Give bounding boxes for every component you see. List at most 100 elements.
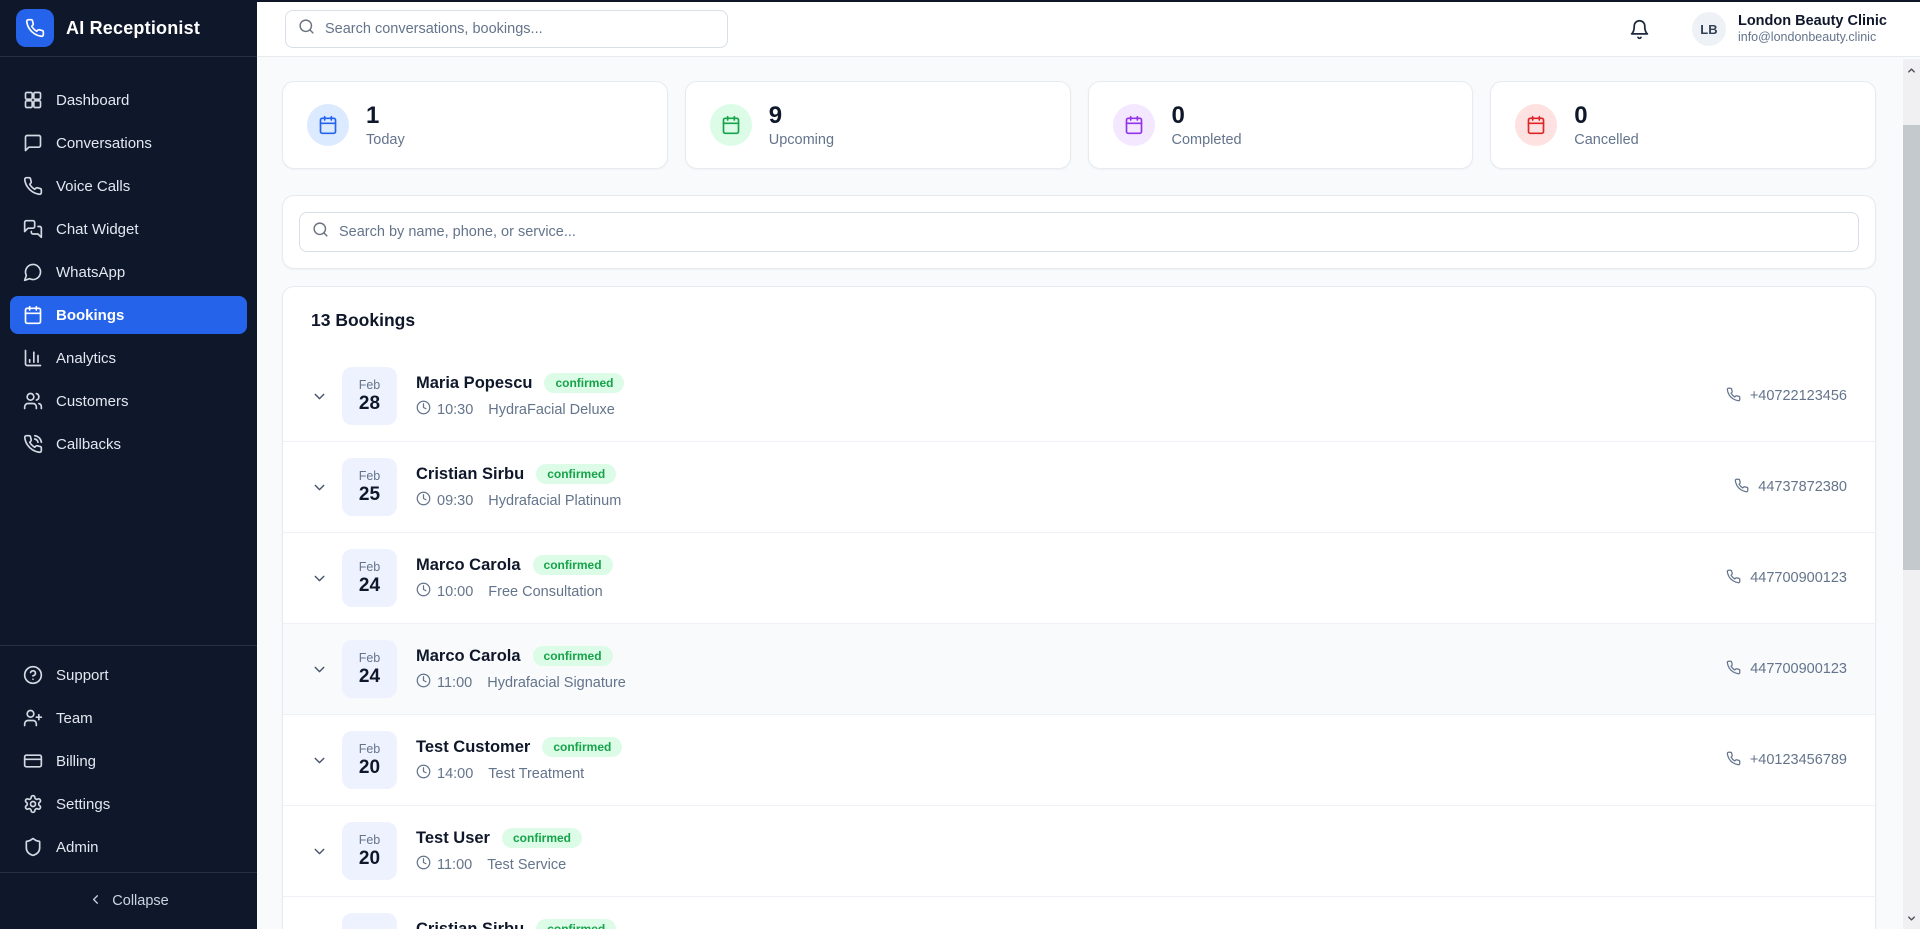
customer-name: Marco Carola (416, 556, 521, 575)
global-search[interactable] (285, 10, 728, 48)
booking-row[interactable]: Feb 28 Maria Popescu confirmed 10:30 Hyd… (283, 351, 1875, 441)
phone-logo-icon (16, 9, 54, 47)
bookings-count-heading: 13 Bookings (283, 287, 1875, 351)
stat-card-upcoming: 9 Upcoming (685, 81, 1071, 169)
stat-label: Today (366, 132, 405, 148)
sidebar-item-callbacks[interactable]: Callbacks (10, 425, 247, 463)
booking-date: Feb 20 (342, 731, 397, 789)
clock-icon (416, 400, 431, 419)
sidebar-item-team[interactable]: Team (10, 699, 247, 737)
booking-service: Test Treatment (488, 766, 584, 782)
sidebar-item-chat-widget[interactable]: Chat Widget (10, 210, 247, 248)
topbar: LB London Beauty Clinic info@londonbeaut… (257, 0, 1920, 57)
booking-month: Feb (359, 651, 381, 665)
booking-date: Feb 25 (342, 458, 397, 516)
stat-label: Cancelled (1574, 132, 1639, 148)
sidebar-item-bookings[interactable]: Bookings (10, 296, 247, 334)
chevron-down-icon[interactable] (311, 752, 328, 769)
stat-value: 1 (366, 102, 405, 130)
booking-phone: 44737872380 (1758, 479, 1847, 495)
scrollbar-thumb[interactable] (1903, 125, 1920, 570)
chevron-down-icon[interactable] (311, 570, 328, 587)
customer-name: Cristian Sirbu (416, 920, 524, 929)
sidebar-item-voice-calls[interactable]: Voice Calls (10, 167, 247, 205)
booking-time: 14:00 (437, 766, 473, 782)
callbacks-icon (23, 434, 43, 454)
booking-row[interactable]: Feb 20 Test Customer confirmed 14:00 Tes… (283, 714, 1875, 805)
customers-icon (23, 391, 43, 411)
billing-icon (23, 751, 43, 771)
stat-label: Completed (1172, 132, 1242, 148)
customer-name: Maria Popescu (416, 374, 532, 393)
stat-value: 0 (1574, 102, 1639, 130)
booking-phone: +40722123456 (1750, 388, 1847, 404)
topbar-right: LB London Beauty Clinic info@londonbeaut… (1629, 12, 1887, 46)
booking-service: Hydrafacial Signature (487, 675, 626, 691)
bookings-icon (23, 305, 43, 325)
chevron-down-icon[interactable] (311, 843, 328, 860)
booking-row[interactable]: Feb 25 Cristian Sirbu confirmed 09:30 Hy… (283, 441, 1875, 532)
sidebar-main-nav: Dashboard Conversations Voice Calls Chat… (0, 57, 257, 471)
clock-icon (416, 673, 431, 692)
chevron-down-icon[interactable] (311, 661, 328, 678)
team-icon (23, 708, 43, 728)
sidebar-item-dashboard[interactable]: Dashboard (10, 81, 247, 119)
avatar[interactable]: LB (1692, 12, 1726, 46)
booking-time: 11:00 (437, 675, 472, 691)
bookings-filter-card (282, 195, 1876, 269)
sidebar: AI Receptionist Dashboard Conversations … (0, 0, 257, 929)
support-icon (23, 665, 43, 685)
booking-service: HydraFacial Deluxe (488, 402, 615, 418)
booking-phone: 447700900123 (1750, 570, 1847, 586)
bookings-card: 13 Bookings Feb 28 Maria Popescu confirm… (282, 286, 1876, 929)
calendar-icon (710, 104, 752, 146)
scrollbar-up-icon[interactable] (1903, 63, 1920, 77)
phone-icon (1734, 478, 1749, 497)
booking-row[interactable]: Feb Cristian Sirbu confirmed (283, 896, 1875, 929)
sidebar-item-customers[interactable]: Customers (10, 382, 247, 420)
bookings-filter-input[interactable] (339, 224, 1846, 240)
bell-icon[interactable] (1629, 19, 1650, 40)
booking-month: Feb (359, 833, 381, 847)
whatsapp-icon (23, 262, 43, 282)
sidebar-item-billing[interactable]: Billing (10, 742, 247, 780)
status-badge: confirmed (536, 919, 616, 929)
collapse-button[interactable]: Collapse (0, 873, 257, 929)
booking-row[interactable]: Feb 20 Test User confirmed 11:00 Test Se… (283, 805, 1875, 896)
customer-name: Test Customer (416, 738, 530, 757)
sidebar-item-conversations[interactable]: Conversations (10, 124, 247, 162)
dashboard-icon (23, 90, 43, 110)
customer-name: Test User (416, 829, 490, 848)
app-logo: AI Receptionist (0, 0, 257, 57)
account-name: London Beauty Clinic (1738, 12, 1887, 30)
chevron-down-icon[interactable] (311, 479, 328, 496)
booking-row[interactable]: Feb 24 Marco Carola confirmed 10:00 Free… (283, 532, 1875, 623)
booking-row[interactable]: Feb 24 Marco Carola confirmed 11:00 Hydr… (283, 623, 1875, 714)
sidebar-item-support[interactable]: Support (10, 656, 247, 694)
sidebar-item-admin[interactable]: Admin (10, 828, 247, 866)
booking-day: 20 (359, 757, 380, 779)
sidebar-item-whatsapp[interactable]: WhatsApp (10, 253, 247, 291)
status-badge: confirmed (536, 464, 616, 484)
booking-date: Feb 20 (342, 822, 397, 880)
content: 1 Today 9 Upcoming 0 Completed 0 Cancell… (257, 57, 1920, 929)
account-info[interactable]: London Beauty Clinic info@londonbeauty.c… (1738, 12, 1887, 46)
booking-day: 28 (359, 393, 380, 415)
status-badge: confirmed (544, 373, 624, 393)
search-icon (298, 18, 315, 40)
global-search-input[interactable] (325, 21, 715, 37)
analytics-icon (23, 348, 43, 368)
chevron-down-icon[interactable] (311, 388, 328, 405)
app-root: AI Receptionist Dashboard Conversations … (0, 0, 1920, 929)
clock-icon (416, 582, 431, 601)
bookings-filter[interactable] (299, 212, 1859, 252)
clock-icon (416, 491, 431, 510)
scrollbar[interactable] (1903, 59, 1920, 929)
admin-icon (23, 837, 43, 857)
sidebar-item-analytics[interactable]: Analytics (10, 339, 247, 377)
sidebar-item-settings[interactable]: Settings (10, 785, 247, 823)
booking-month: Feb (359, 378, 381, 392)
scrollbar-down-icon[interactable] (1903, 911, 1920, 925)
conversations-icon (23, 133, 43, 153)
phone-icon (1726, 751, 1741, 770)
